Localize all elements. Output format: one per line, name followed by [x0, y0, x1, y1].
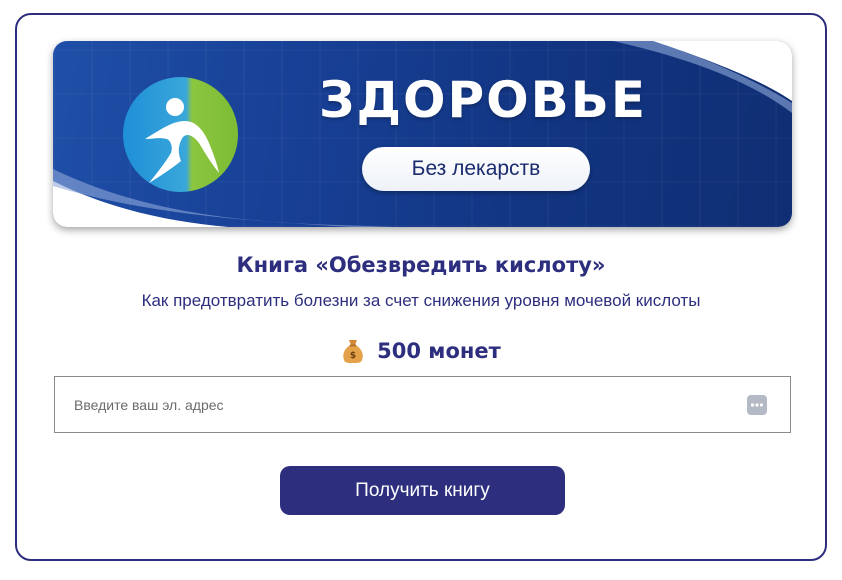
money-bag-icon: $ — [343, 340, 363, 363]
banner-tagline-pill: Без лекарств — [362, 147, 590, 191]
book-title: Книга «Обезвредить кислоту» — [236, 253, 606, 277]
promo-banner: ЗДОРОВЬЕ Без лекарств — [53, 41, 792, 227]
email-field[interactable] — [55, 377, 735, 432]
book-subtitle: Как предотвратить болезни за счет снижен… — [141, 291, 701, 310]
email-field-container — [54, 376, 791, 433]
autofill-dots-icon[interactable] — [747, 395, 767, 415]
price-amount: 500 монет — [377, 339, 501, 363]
svg-text:$: $ — [350, 351, 356, 361]
price-row: $ 500 монет — [0, 338, 842, 364]
banner-title: ЗДОРОВЬЕ — [318, 71, 648, 129]
running-person-logo-icon — [123, 77, 238, 192]
get-book-button[interactable]: Получить книгу — [280, 466, 565, 515]
